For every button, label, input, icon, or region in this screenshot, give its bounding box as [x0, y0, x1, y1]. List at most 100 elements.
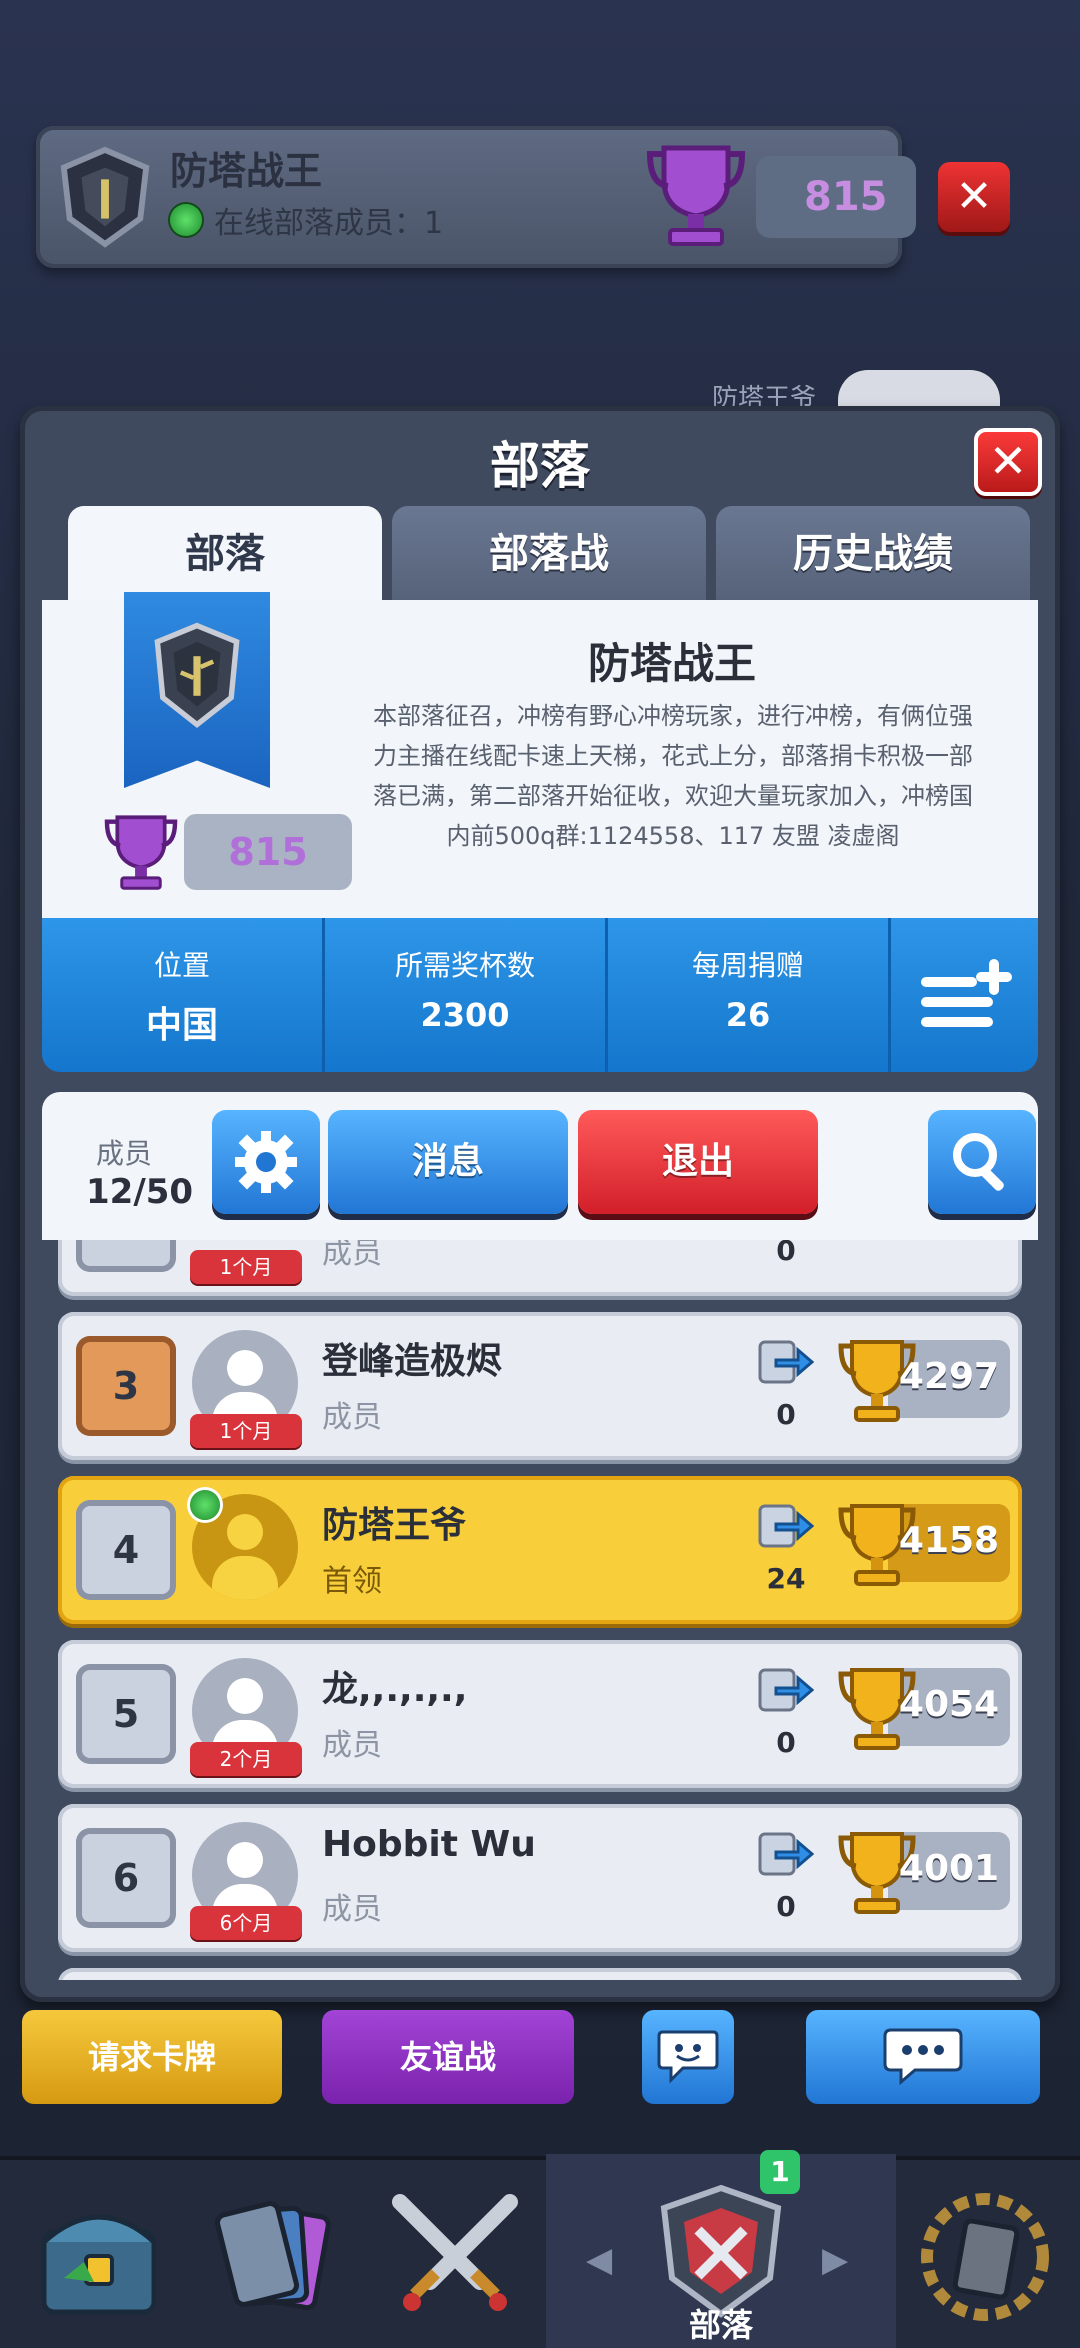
nav-right-arrow-icon[interactable]: ▶: [822, 2240, 848, 2280]
shield-icon: [60, 146, 150, 248]
menu-add-button[interactable]: [891, 918, 1038, 1072]
stat-required-value: 2300: [420, 996, 510, 1034]
stat-donation-value: 26: [725, 996, 771, 1034]
stat-weekly-donations: 每周捐赠 26: [608, 918, 891, 1072]
rank-badge: 6: [76, 1828, 176, 1928]
search-icon: [953, 1133, 1004, 1191]
clan-banner: [124, 592, 270, 788]
donate-icon: [758, 1340, 814, 1384]
tab-clan-war[interactable]: 部落战: [392, 506, 706, 602]
online-dot-icon: [170, 204, 202, 236]
panel-title: 部落: [490, 437, 590, 495]
tenure-badge: 6个月: [190, 1906, 302, 1940]
swords-icon: [392, 2194, 518, 2311]
stat-location-value: 中国: [145, 1005, 218, 1046]
bottom-nav: ◀ ▶ 部落: [0, 2154, 1080, 2348]
friendly-battle-button[interactable]: 友谊战: [322, 2010, 574, 2104]
chat-button[interactable]: [806, 2010, 1040, 2104]
online-text: 在线部落成员：1: [214, 206, 444, 241]
clan-name: 防塔战王: [170, 149, 323, 193]
online-status-icon: [190, 1490, 220, 1520]
stat-donation-label: 每周捐赠: [691, 949, 804, 982]
request-cards-button[interactable]: 请求卡牌: [22, 2010, 282, 2104]
member-name: 防塔王爷: [322, 1505, 467, 1546]
nav-shop[interactable]: [24, 2182, 174, 2332]
clan-trophies: 815: [804, 174, 888, 220]
menu-add-icon: [920, 959, 1012, 1027]
settings-button[interactable]: [212, 1110, 320, 1214]
message-button[interactable]: 消息: [328, 1110, 568, 1214]
rank-badge: 3: [76, 1336, 176, 1436]
clan-actions: 请求卡牌 友谊战: [0, 2010, 1080, 2110]
member-row[interactable]: 5 2个月 龙,,.,.,., 成员 0 4054: [58, 1640, 1022, 1788]
donate-icon: [758, 1668, 814, 1712]
donation-count: 24: [766, 1562, 806, 1595]
member-list[interactable]: 1个月 成员 0 3 1个月 登峰造极烬 成员 0 4297 4 防塔王爷 首领…: [58, 1240, 1022, 1980]
nav-events[interactable]: [910, 2182, 1060, 2332]
clan-panel: 部落 ✕ 部落 部落战 历史战绩 防塔战王 本部落征召，冲榜有野心冲榜玩家，进行…: [20, 406, 1060, 2002]
online-count: 在线部落成员：1: [170, 198, 443, 242]
donation-count: 0: [776, 1398, 796, 1431]
tab-bar: 部落 部落战 历史战绩: [68, 506, 1030, 602]
clan-summary-card[interactable]: 防塔战王 在线部落成员：1 815: [36, 126, 916, 268]
stat-required-trophies: 所需奖杯数 2300: [325, 918, 608, 1072]
stat-required-label: 所需奖杯数: [394, 949, 535, 982]
donation-count: 0: [776, 1240, 796, 1267]
rank-badge: 5: [76, 1664, 176, 1764]
donation-count: 0: [776, 1890, 796, 1923]
member-row[interactable]: 3 1个月 登峰造极烬 成员 0 4297: [58, 1312, 1022, 1460]
nav-cards[interactable]: [196, 2182, 346, 2332]
clan-title: 防塔战王: [587, 639, 756, 688]
tab-history[interactable]: 历史战绩: [716, 506, 1030, 602]
member-name: 登峰造极烬: [322, 1341, 503, 1382]
clan-stats: 位置 中国 所需奖杯数 2300 每周捐赠 26: [42, 918, 1038, 1072]
quit-button[interactable]: 退出: [578, 1110, 818, 1214]
nav-battle[interactable]: [380, 2182, 530, 2332]
chest-icon: [41, 2214, 157, 2315]
member-role: 成员: [322, 1728, 382, 1763]
laurel-icon: [921, 2193, 1049, 2321]
member-name: 龙,,.,.,.,: [322, 1669, 468, 1710]
cards-icon: [214, 2201, 331, 2311]
member-role: 成员: [322, 1240, 382, 1271]
tenure-badge: 1个月: [190, 1414, 302, 1448]
nav-active-label: 部落: [688, 2306, 753, 2344]
nav-left-arrow-icon[interactable]: ◀: [586, 2240, 612, 2280]
trophy-icon: [646, 145, 746, 246]
donation-count: 0: [776, 1726, 796, 1759]
member-trophies: 4054: [898, 1684, 1000, 1725]
close-icon[interactable]: ✕: [974, 428, 1042, 496]
members-toolbar: 成员 12/50 消息 退出: [42, 1092, 1038, 1240]
tab-clan[interactable]: 部落: [68, 506, 382, 602]
donate-icon: [758, 1832, 814, 1876]
clan-description: 本部落征召，冲榜有野心冲榜玩家，进行冲榜，有俩位强力主播在线配卡速上天梯，花式上…: [373, 702, 973, 850]
member-role: 成员: [322, 1400, 382, 1435]
members-label: 成员: [96, 1137, 153, 1170]
search-button[interactable]: [928, 1110, 1036, 1214]
member-row[interactable]: 6 6个月 Hobbit Wu 成员 0 4001: [58, 1804, 1022, 1952]
member-row[interactable]: 1个月 成员 0: [58, 1240, 1022, 1296]
tenure-badge: 1个月: [190, 1250, 302, 1284]
member-role: 成员: [322, 1892, 382, 1927]
emote-button[interactable]: [642, 2010, 734, 2104]
members-count: 12/50: [86, 1172, 194, 1212]
stat-location: 位置 中国: [42, 918, 325, 1072]
gear-icon: [235, 1131, 297, 1193]
donate-icon: [758, 1504, 814, 1548]
member-trophies: 4158: [898, 1520, 1000, 1561]
member-name: Hobbit Wu: [322, 1824, 536, 1865]
member-trophies: 4297: [898, 1356, 1000, 1397]
chat-icon: [883, 2028, 963, 2086]
nav-notification-badge: 1: [760, 2150, 800, 2194]
trophy-icon: [104, 815, 178, 890]
member-row[interactable]: [58, 1968, 1022, 1980]
close-icon[interactable]: ✕: [938, 162, 1010, 232]
member-row[interactable]: 4 防塔王爷 首领 24 4158: [58, 1476, 1022, 1624]
clan-trophy-value: 815: [228, 830, 308, 874]
chat-icon: [657, 2030, 719, 2084]
stat-location-label: 位置: [153, 949, 210, 982]
member-role: 首领: [322, 1564, 382, 1599]
rank-badge: 4: [76, 1500, 176, 1600]
member-trophies: 4001: [898, 1848, 1000, 1889]
clan-info: 防塔战王 本部落征召，冲榜有野心冲榜玩家，进行冲榜，有俩位强力主播在线配卡速上天…: [42, 592, 1038, 918]
